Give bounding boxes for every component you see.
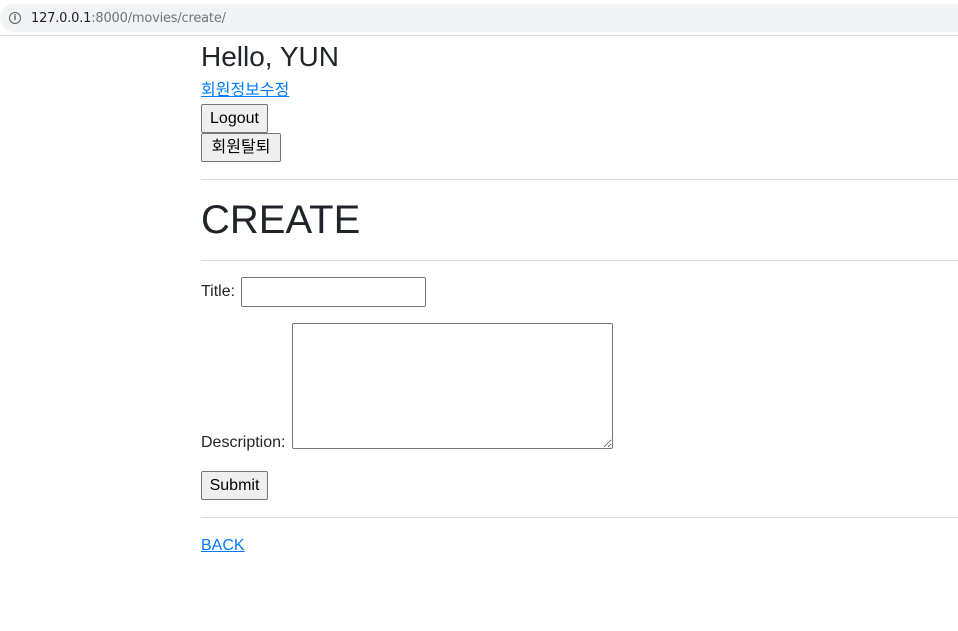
url-text[interactable]: 127.0.0.1:8000/movies/create/ <box>31 11 226 26</box>
info-icon[interactable]: i <box>9 12 21 24</box>
edit-profile-link[interactable]: 회원정보수정 <box>201 79 289 103</box>
title-input[interactable] <box>241 277 426 307</box>
omnibox[interactable]: i 127.0.0.1:8000/movies/create/ <box>0 4 958 32</box>
title-label: Title: <box>201 283 236 300</box>
url-host: 127.0.0.1 <box>31 10 92 26</box>
back-link[interactable]: BACK <box>201 534 245 558</box>
page-title: CREATE <box>201 198 361 242</box>
logout-button[interactable]: Logout <box>201 104 268 133</box>
greeting-heading: Hello, YUN <box>201 41 339 72</box>
divider <box>201 260 958 261</box>
description-textarea[interactable] <box>292 323 613 449</box>
description-label: Description: <box>201 434 286 451</box>
url-path: :8000/movies/create/ <box>91 10 226 26</box>
divider <box>201 517 958 518</box>
submit-button[interactable]: Submit <box>201 471 268 500</box>
withdraw-button[interactable]: 회원탈퇴 <box>201 133 281 162</box>
divider <box>201 179 958 180</box>
browser-address-bar: i 127.0.0.1:8000/movies/create/ <box>0 0 958 36</box>
